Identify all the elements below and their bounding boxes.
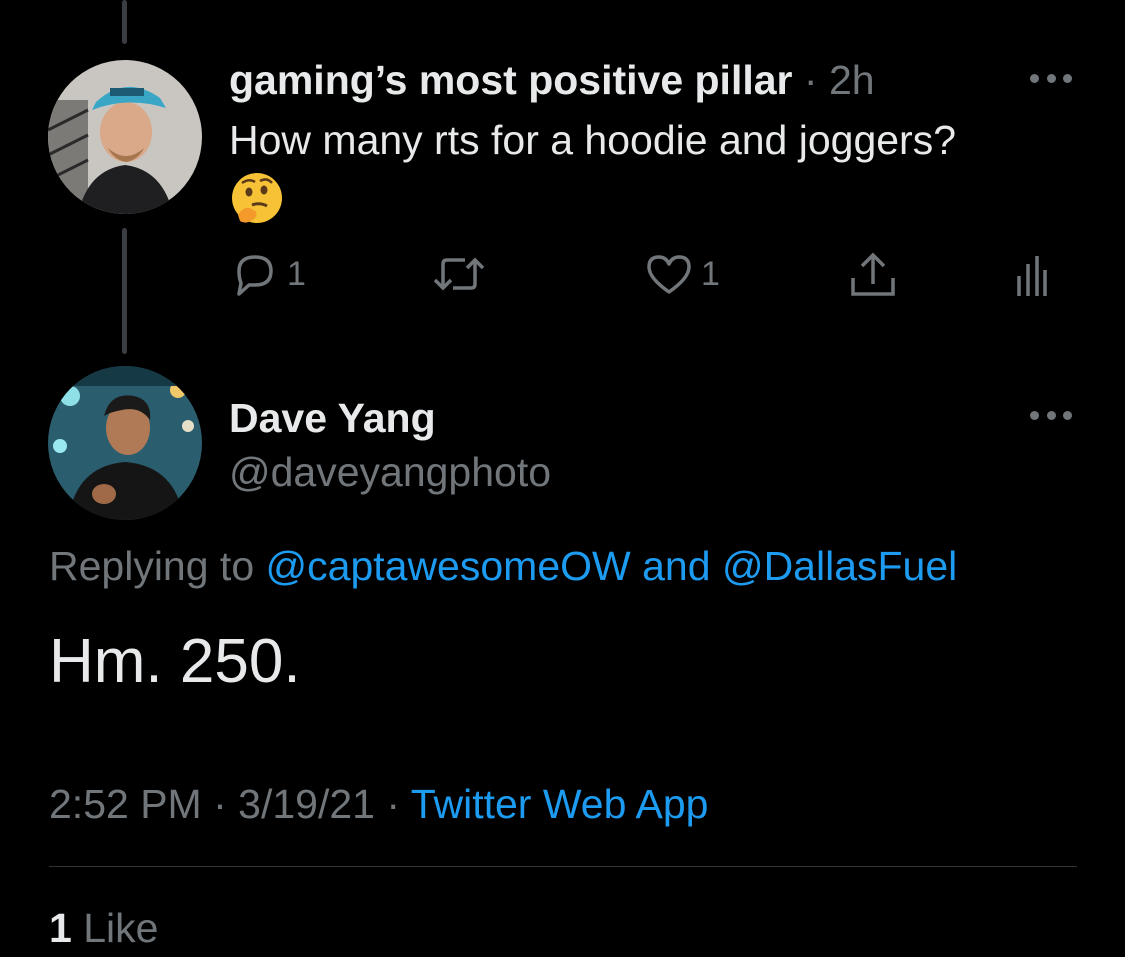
tweet-meta: 2:52 PM · 3/19/21 · Twitter Web App: [49, 778, 708, 830]
retweet-button[interactable]: [429, 250, 493, 298]
replying-and: and: [642, 543, 711, 589]
header-separator: ·: [803, 57, 818, 103]
share-button[interactable]: [845, 250, 901, 302]
reply-icon: [237, 255, 273, 296]
likes-label: Like: [83, 905, 159, 951]
likes-count: 1: [49, 905, 72, 951]
divider: [49, 866, 1077, 867]
like-icon: [647, 255, 691, 294]
reply-avatar[interactable]: [48, 366, 202, 520]
tweet-source-link[interactable]: Twitter Web App: [411, 781, 709, 827]
parent-avatar[interactable]: [48, 60, 202, 214]
reply-display-name[interactable]: Dave Yang: [229, 392, 436, 444]
share-icon: [851, 252, 895, 296]
parent-more-icon[interactable]: [1030, 72, 1072, 84]
mention-captawesomeow[interactable]: @captawesomeOW: [266, 543, 631, 589]
meta-dot: ·: [386, 781, 401, 827]
retweet-icon: [433, 257, 485, 291]
replying-to-line: Replying to @captawesomeOW and @DallasFu…: [49, 540, 957, 592]
tweet-time: 2:52 PM: [49, 781, 202, 827]
tweet-date: 3/19/21: [238, 781, 375, 827]
parent-action-bar: 1 1: [229, 250, 1059, 306]
thread-line-top: [122, 0, 127, 44]
mention-dallasfuel[interactable]: @DallasFuel: [722, 543, 957, 589]
analytics-icon: [1017, 256, 1047, 296]
like-button[interactable]: 1: [641, 250, 720, 298]
analytics-button[interactable]: [1011, 250, 1051, 302]
thread-line-bottom: [122, 228, 127, 354]
reply-handle[interactable]: @daveyangphoto: [229, 446, 551, 498]
reply-more-icon[interactable]: [1030, 409, 1072, 421]
parent-time-ago[interactable]: 2h: [829, 57, 875, 103]
parent-tweet-text: How many rts for a hoodie and joggers?: [229, 117, 957, 163]
like-count: 1: [701, 254, 720, 293]
reply-button[interactable]: 1: [229, 250, 306, 298]
likes-summary[interactable]: 1 Like: [49, 902, 158, 954]
reply-count: 1: [287, 254, 306, 293]
parent-display-name[interactable]: gaming’s most positive pillar: [229, 57, 793, 103]
replying-prefix: Replying to: [49, 543, 255, 589]
meta-dot: ·: [213, 781, 227, 827]
thinking-face-icon: [230, 171, 284, 225]
reply-tweet-text: Hm. 250.: [49, 627, 301, 696]
parent-tweet-header: gaming’s most positive pillar · 2h: [229, 54, 875, 106]
